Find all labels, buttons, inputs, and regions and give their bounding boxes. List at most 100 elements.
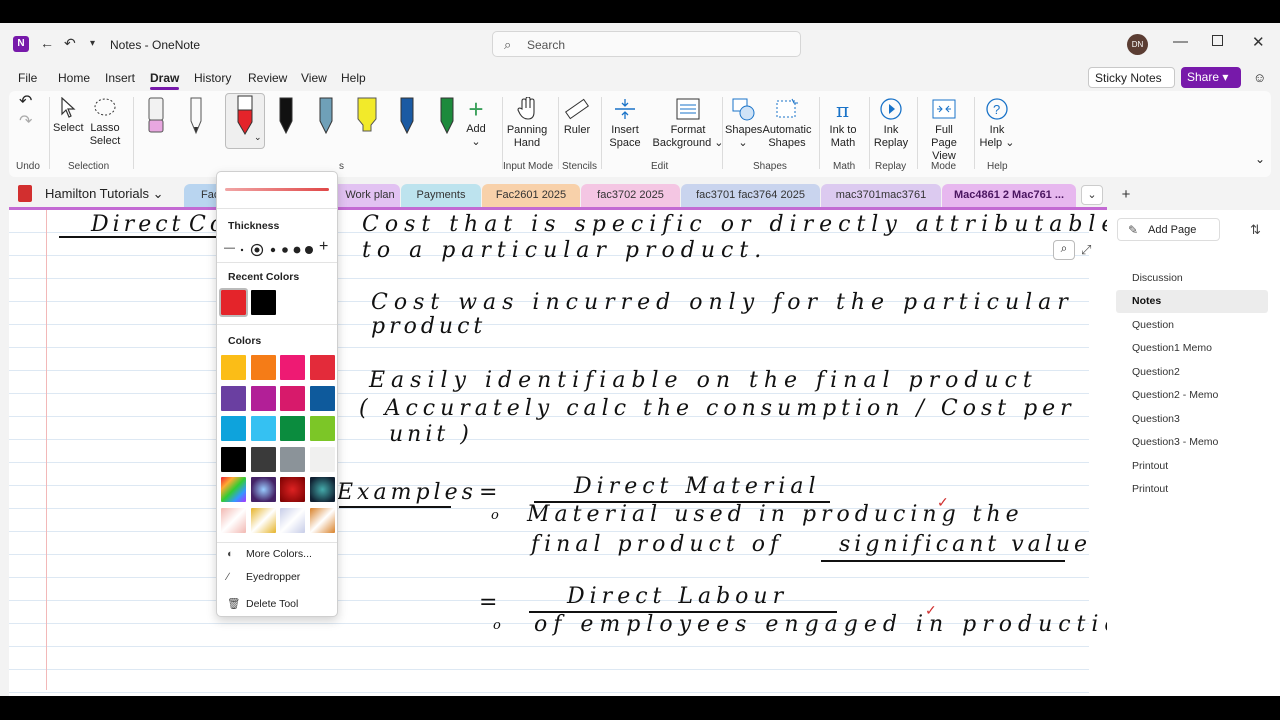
- shapes-button[interactable]: Shapes ⌄: [725, 97, 762, 150]
- page-item[interactable]: Question3 - Memo: [1116, 431, 1268, 454]
- color-swatch[interactable]: [309, 507, 335, 533]
- menu-help[interactable]: Help: [341, 71, 366, 85]
- section-tab[interactable]: Payments: [401, 184, 481, 207]
- sort-icon[interactable]: ⇅: [1250, 222, 1261, 238]
- page-item[interactable]: Printout: [1116, 478, 1268, 501]
- automatic-shapes-button[interactable]: Automatic Shapes: [762, 97, 812, 150]
- green-pen[interactable]: [436, 97, 458, 140]
- section-tab-active[interactable]: Mac4861 2 Mac761 ...: [942, 184, 1076, 207]
- recent-color-swatch[interactable]: [251, 290, 276, 315]
- add-page-button[interactable]: ✎ Add Page: [1117, 218, 1220, 241]
- color-swatch[interactable]: [309, 446, 335, 472]
- color-swatch[interactable]: [221, 385, 246, 411]
- notebook-bar: Hamilton Tutorials ⌄ Fac Work plan Payme…: [0, 180, 1280, 207]
- page-item[interactable]: Question3: [1116, 408, 1268, 431]
- panning-hand-button[interactable]: Panning Hand: [506, 97, 548, 150]
- delete-tool-item[interactable]: 🗑 Delete Tool: [227, 597, 298, 610]
- color-swatch[interactable]: [280, 507, 305, 533]
- menu-history[interactable]: History: [194, 71, 231, 85]
- close-icon[interactable]: ✕: [1252, 33, 1265, 51]
- black-pen[interactable]: [275, 97, 297, 140]
- color-swatch[interactable]: [280, 355, 305, 380]
- highlighter-yellow[interactable]: [355, 97, 379, 140]
- format-background-button[interactable]: Format Background ⌄: [649, 97, 727, 150]
- color-swatch[interactable]: [250, 507, 276, 533]
- color-swatch[interactable]: [250, 446, 276, 472]
- color-swatch[interactable]: [280, 416, 305, 441]
- menu-home[interactable]: Home: [58, 71, 90, 85]
- menu-file[interactable]: File: [18, 71, 37, 85]
- full-page-view-button[interactable]: Full Page View: [921, 97, 967, 163]
- eraser-pen[interactable]: [146, 97, 166, 140]
- pencil-pen[interactable]: [186, 97, 206, 140]
- section-tab[interactable]: fac3701 fac3764 2025: [681, 184, 820, 207]
- share-button[interactable]: Share ▾: [1181, 67, 1241, 88]
- avatar[interactable]: DN: [1127, 34, 1148, 55]
- color-swatch[interactable]: [309, 355, 335, 380]
- color-swatch[interactable]: [280, 385, 305, 411]
- color-swatch[interactable]: [221, 477, 246, 502]
- menu-review[interactable]: Review: [248, 71, 287, 85]
- thickness-decrease-button[interactable]: —: [224, 242, 235, 254]
- menu-draw[interactable]: Draw: [150, 71, 180, 90]
- color-swatch[interactable]: [280, 446, 305, 472]
- section-tab[interactable]: Fac2601 2025: [482, 184, 580, 207]
- more-colors-item[interactable]: ◐ More Colors...: [227, 548, 312, 560]
- search-input[interactable]: ⌕ Search: [492, 31, 801, 57]
- page-item[interactable]: Discussion: [1116, 267, 1268, 290]
- sticky-notes-button[interactable]: Sticky Notes: [1088, 67, 1175, 88]
- add-section-plus-icon[interactable]: +: [1115, 184, 1137, 207]
- ink-help-button[interactable]: ? Ink Help ⌄: [979, 97, 1015, 150]
- minimize-icon[interactable]: —: [1173, 33, 1188, 50]
- lasso-select-button[interactable]: Lasso Select: [89, 97, 121, 148]
- expand-icon[interactable]: ⤢: [1081, 242, 1091, 258]
- page-item[interactable]: Question1 Memo: [1116, 337, 1268, 360]
- galaxy-pen[interactable]: [315, 97, 337, 140]
- ink-replay-button[interactable]: Ink Replay: [873, 97, 909, 150]
- collapse-ribbon-icon[interactable]: ⌄: [1255, 153, 1265, 166]
- page-item[interactable]: Question2 - Memo: [1116, 384, 1268, 407]
- page-item[interactable]: Question2: [1116, 361, 1268, 384]
- color-swatch[interactable]: [250, 355, 276, 380]
- feedback-icon[interactable]: ☺: [1253, 70, 1266, 85]
- menu-insert[interactable]: Insert: [105, 71, 135, 85]
- color-swatch[interactable]: [309, 385, 335, 411]
- page-item[interactable]: Printout: [1116, 455, 1268, 478]
- redo-button[interactable]: ↷: [19, 114, 32, 130]
- select-button[interactable]: Select: [53, 97, 84, 135]
- more-sections-chevron-icon[interactable]: ⌄: [1081, 185, 1103, 205]
- notebook-selector[interactable]: Hamilton Tutorials ⌄: [45, 186, 164, 202]
- blue-pen[interactable]: [396, 97, 418, 140]
- section-tab[interactable]: mac3701mac3761: [821, 184, 941, 207]
- canvas-search-icon[interactable]: ⌕: [1053, 240, 1075, 260]
- section-tab[interactable]: fac3702 2025: [581, 184, 680, 207]
- page-item[interactable]: Question: [1116, 314, 1268, 337]
- color-swatch[interactable]: [309, 477, 335, 502]
- thickness-slider[interactable]: [239, 242, 319, 258]
- color-swatch[interactable]: [280, 477, 305, 502]
- color-swatch[interactable]: [250, 477, 276, 502]
- color-swatch[interactable]: [221, 446, 246, 472]
- menu-view[interactable]: View: [301, 71, 327, 85]
- maximize-icon[interactable]: [1212, 35, 1223, 46]
- color-swatch[interactable]: [221, 507, 246, 533]
- undo-icon[interactable]: ↶: [64, 35, 76, 52]
- page-item-active[interactable]: Notes: [1116, 290, 1268, 313]
- color-swatch[interactable]: [221, 355, 246, 380]
- add-pen-button[interactable]: + Add ⌄: [464, 95, 488, 149]
- color-swatch[interactable]: [250, 416, 276, 441]
- color-swatch[interactable]: [309, 416, 335, 441]
- undo-button[interactable]: ↶: [19, 94, 32, 110]
- customize-dropdown-icon[interactable]: ▾: [90, 38, 95, 49]
- color-swatch[interactable]: [221, 416, 246, 441]
- ruler-button[interactable]: Ruler: [562, 97, 592, 137]
- back-icon[interactable]: ←: [40, 35, 54, 51]
- red-pen-selected[interactable]: ⌄: [225, 93, 265, 149]
- recent-color-swatch[interactable]: [219, 288, 248, 317]
- insert-space-button[interactable]: Insert Space: [607, 97, 643, 150]
- page-canvas[interactable]: Direct Co Cost that is specific or direc…: [9, 207, 1107, 696]
- color-swatch[interactable]: [250, 385, 276, 411]
- thickness-increase-button[interactable]: +: [319, 238, 328, 256]
- eyedropper-item[interactable]: ∕ Eyedropper: [227, 571, 300, 583]
- ink-to-math-button[interactable]: π Ink to Math: [825, 97, 861, 150]
